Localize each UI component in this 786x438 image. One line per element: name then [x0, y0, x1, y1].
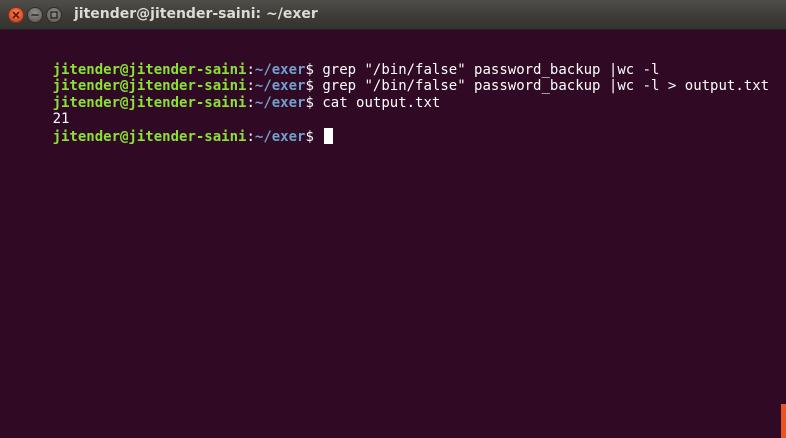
prompt-symbol: $: [305, 61, 314, 78]
command-text: cat output.txt: [313, 94, 441, 111]
window-title: jitender@jitender-saini: ~/exer: [74, 6, 318, 22]
command-text: grep "/bin/false" password_backup |wc -l…: [313, 78, 770, 94]
title-bar[interactable]: jitender@jitender-saini: ~/exer: [0, 0, 786, 30]
minimize-icon: [31, 14, 39, 16]
prompt-path: ~/exer: [254, 61, 306, 78]
prompt-symbol: $: [305, 78, 314, 94]
command-output: 21: [52, 111, 70, 127]
maximize-button[interactable]: [46, 7, 62, 23]
prompt-colon: :: [246, 78, 255, 94]
scrollbar-thumb[interactable]: [781, 404, 786, 438]
prompt-colon: :: [246, 94, 255, 111]
terminal-window: jitender@jitender-saini: ~/exer jitender…: [0, 0, 786, 438]
prompt-symbol: $: [305, 128, 314, 145]
prompt-colon: :: [246, 128, 255, 145]
prompt-user-host: jitender@jitender-saini: [52, 61, 247, 78]
terminal-output-area[interactable]: jitender@jitender-saini:~/exer$ grep "/b…: [0, 30, 786, 438]
minimize-button[interactable]: [27, 7, 43, 23]
prompt-symbol: $: [305, 94, 314, 111]
command-input[interactable]: [314, 129, 322, 145]
prompt-user-host: jitender@jitender-saini: [52, 94, 247, 111]
terminal-line: jitender@jitender-saini:~/exer$: [2, 111, 786, 145]
text-cursor: [324, 127, 334, 144]
maximize-icon: [50, 11, 58, 19]
prompt-path: ~/exer: [254, 94, 306, 111]
prompt-path: ~/exer: [254, 78, 306, 94]
prompt-user-host: jitender@jitender-saini: [52, 78, 247, 94]
close-icon: [12, 11, 20, 19]
prompt-user-host: jitender@jitender-saini: [52, 128, 247, 145]
close-button[interactable]: [8, 7, 24, 23]
command-text: grep "/bin/false" password_backup |wc -l: [313, 61, 660, 78]
prompt-path: ~/exer: [254, 128, 306, 145]
prompt-colon: :: [246, 61, 255, 78]
terminal-line: jitender@jitender-saini:~/exer$ grep "/b…: [2, 45, 786, 78]
